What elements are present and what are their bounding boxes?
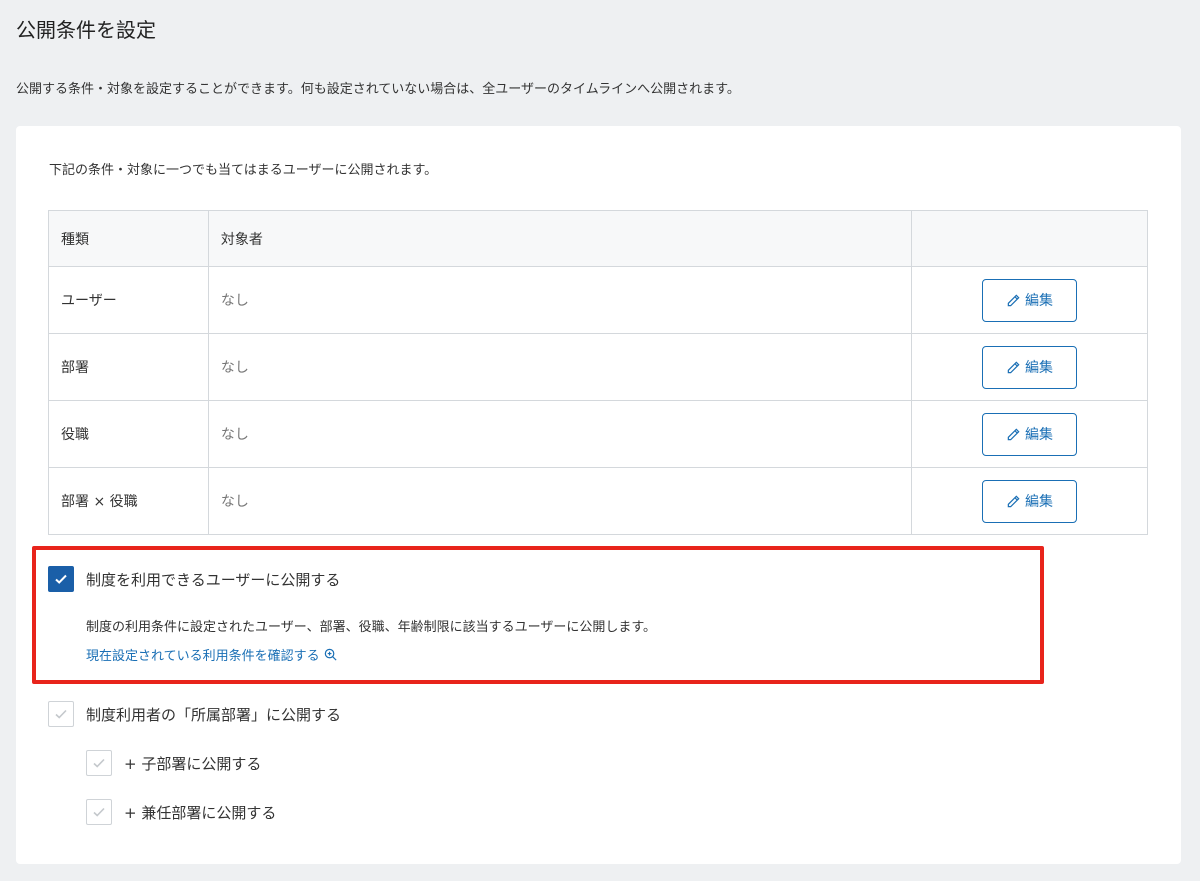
table-row: 役職 なし 編集 [48,400,1148,468]
row-target: なし [207,266,913,334]
zoom-in-icon [324,648,337,661]
edit-position-button[interactable]: 編集 [982,412,1078,456]
department-option[interactable]: 制度利用者の「所属部署」に公開する [48,701,341,727]
child-department-checkbox[interactable] [86,750,112,776]
table-row: 部署 × 役職 なし 編集 [48,467,1148,535]
settings-card: 下記の条件・対象に一つでも当てはまるユーザーに公開されます。 種類 対象者 ユー… [16,126,1181,864]
conditions-table: 種類 対象者 ユーザー なし 編集 部署 なし 編集 役職 なし 編集 部署 ×… [48,210,1148,535]
row-target: なし [207,467,913,535]
pencil-icon [1007,427,1020,440]
column-header-action [911,210,1148,267]
check-icon [55,574,67,584]
system-users-option[interactable]: 制度を利用できるユーザーに公開する [48,566,340,592]
edit-department-button[interactable]: 編集 [982,345,1078,389]
check-icon [55,709,67,719]
check-icon [93,758,105,768]
concurrent-department-label: + 兼任部署に公開する [124,803,277,822]
page-description: 公開する条件・対象を設定することができます。何も設定されていない場合は、全ユーザ… [16,82,740,97]
check-icon [93,807,105,817]
page-title: 公開条件を設定 [16,18,156,42]
table-row: 部署 なし 編集 [48,333,1148,401]
system-users-checkbox[interactable] [48,566,74,592]
row-target: なし [207,333,913,401]
edit-button-label: 編集 [1025,427,1054,443]
pencil-icon [1007,494,1020,507]
row-type: 役職 [48,400,209,468]
child-department-option[interactable]: + 子部署に公開する [86,750,261,776]
column-header-type: 種類 [48,210,209,267]
concurrent-department-option[interactable]: + 兼任部署に公開する [86,799,276,825]
view-conditions-link-label: 現在設定されている利用条件を確認する [86,649,320,664]
edit-button-label: 編集 [1025,494,1054,510]
pencil-icon [1007,360,1020,373]
edit-button-label: 編集 [1025,360,1054,376]
view-conditions-link[interactable]: 現在設定されている利用条件を確認する [86,645,338,664]
edit-department-position-button[interactable]: 編集 [982,479,1078,523]
concurrent-department-checkbox[interactable] [86,799,112,825]
row-type: 部署 × 役職 [48,467,209,535]
row-type: 部署 [48,333,209,401]
column-header-target: 対象者 [207,210,913,267]
table-header-row: 種類 対象者 [48,210,1148,267]
system-users-label: 制度を利用できるユーザーに公開する [86,570,341,589]
table-row: ユーザー なし 編集 [48,266,1148,334]
system-users-description: 制度の利用条件に設定されたユーザー、部署、役職、年齢制限に該当するユーザーに公開… [86,620,657,635]
row-type: ユーザー [48,266,209,334]
edit-user-button[interactable]: 編集 [982,278,1078,322]
department-label: 制度利用者の「所属部署」に公開する [86,705,342,724]
edit-button-label: 編集 [1025,293,1054,309]
department-checkbox[interactable] [48,701,74,727]
pencil-icon [1007,293,1020,306]
row-target: なし [207,400,913,468]
card-intro: 下記の条件・対象に一つでも当てはまるユーザーに公開されます。 [49,163,438,178]
child-department-label: + 子部署に公開する [124,754,262,773]
